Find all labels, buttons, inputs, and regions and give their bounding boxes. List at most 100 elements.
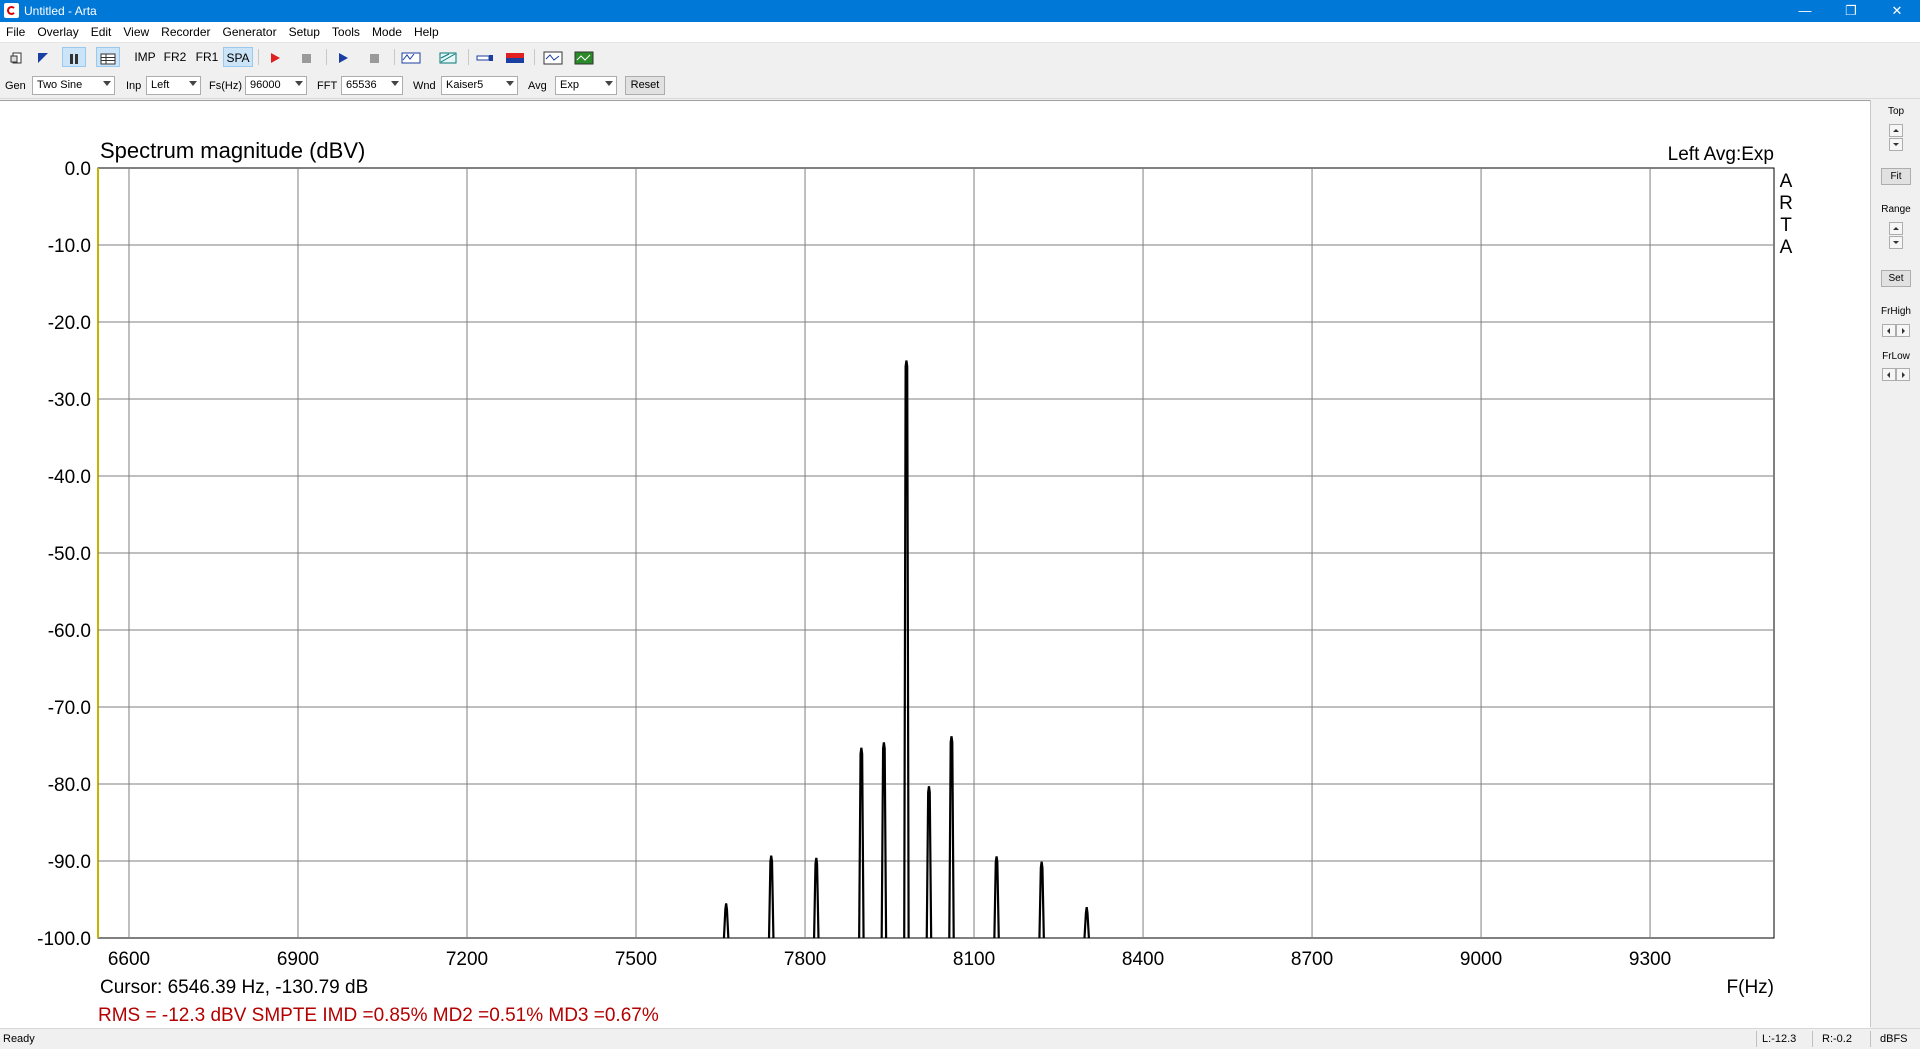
status-bar: Ready L:-12.3 R:-0.2 dBFS bbox=[0, 1028, 1920, 1049]
chevron-down-icon bbox=[189, 81, 197, 86]
spectrum-plot-area[interactable]: 0.0 -10.0 -20.0 -30.0 -40.0 -50.0 -60.0 -70.0 -8… bbox=[0, 100, 1870, 1028]
averaging-value: Exp bbox=[560, 79, 579, 91]
gen-label: Gen bbox=[5, 80, 26, 92]
signal-info-icon[interactable] bbox=[399, 47, 423, 67]
fft-label: FFT bbox=[317, 80, 338, 92]
menu-tools[interactable]: Tools bbox=[326, 22, 366, 42]
x-tick-label: 8700 bbox=[1291, 949, 1333, 970]
toolbar-divider bbox=[326, 49, 327, 65]
averaging-select[interactable]: Exp bbox=[555, 76, 617, 95]
fs-label: Fs(Hz) bbox=[209, 80, 242, 92]
status-divider bbox=[1756, 1031, 1757, 1047]
graph-setup-icon[interactable] bbox=[436, 47, 460, 67]
arta-watermark-t: T bbox=[1780, 215, 1792, 236]
wnd-label: Wnd bbox=[413, 80, 436, 92]
open-file-icon[interactable] bbox=[31, 47, 55, 67]
arta-watermark-r: R bbox=[1779, 193, 1793, 214]
frlow-right-icon[interactable] bbox=[1896, 368, 1910, 381]
fit-button[interactable]: Fit bbox=[1881, 168, 1911, 185]
frlow-label: FrLow bbox=[1882, 351, 1910, 362]
frhigh-left-icon[interactable] bbox=[1882, 324, 1896, 337]
imp-mode-button[interactable]: IMP bbox=[130, 47, 160, 67]
top-up-icon[interactable] bbox=[1889, 124, 1903, 137]
fr2-mode-button[interactable]: FR2 bbox=[160, 47, 190, 67]
top-down-icon[interactable] bbox=[1889, 138, 1903, 151]
distortion-stats: RMS = -12.3 dBV SMPTE IMD =0.85% MD2 =0.… bbox=[98, 1005, 659, 1026]
cursor-readout: Cursor: 6546.39 Hz, -130.79 dB bbox=[100, 977, 368, 998]
arta-watermark-a1: A bbox=[1780, 171, 1793, 192]
minimize-icon[interactable]: — bbox=[1782, 0, 1828, 22]
close-icon[interactable]: ✕ bbox=[1874, 0, 1920, 22]
x-tick-label: 9000 bbox=[1460, 949, 1502, 970]
toolbar-divider bbox=[394, 49, 395, 65]
x-tick-label: 9300 bbox=[1629, 949, 1671, 970]
spectrum-chart[interactable]: 0.0 -10.0 -20.0 -30.0 -40.0 -50.0 -60.0 -70.0 -8… bbox=[0, 101, 1870, 1028]
y-tick-label: -100.0 bbox=[37, 929, 91, 950]
title-bar: Untitled - Arta — ❐ ✕ bbox=[0, 0, 1920, 22]
chevron-down-icon bbox=[605, 81, 613, 86]
audio-device-icon[interactable] bbox=[473, 47, 497, 67]
spa-mode-button[interactable]: SPA bbox=[223, 47, 253, 67]
menu-view[interactable]: View bbox=[117, 22, 155, 42]
top-label: Top bbox=[1887, 106, 1905, 117]
chevron-down-icon bbox=[295, 81, 303, 86]
fft-size-select[interactable]: 65536 bbox=[341, 76, 403, 95]
sample-rate-select[interactable]: 96000 bbox=[245, 76, 307, 95]
table-view-icon[interactable] bbox=[96, 47, 120, 67]
range-up-icon[interactable] bbox=[1889, 222, 1903, 235]
menu-overlay[interactable]: Overlay bbox=[31, 22, 84, 42]
y-axis-ticks: 0.0 -10.0 -20.0 -30.0 -40.0 -50.0 -60.0 -70.0 -8… bbox=[37, 159, 91, 950]
x-tick-label: 6600 bbox=[108, 949, 150, 970]
y-tick-label: -40.0 bbox=[48, 467, 91, 488]
x-tick-label: 6900 bbox=[277, 949, 319, 970]
pause-icon[interactable] bbox=[62, 47, 86, 67]
generator-play-icon[interactable] bbox=[331, 47, 355, 67]
fr1-mode-button[interactable]: FR1 bbox=[192, 47, 222, 67]
avg-label: Avg bbox=[528, 80, 547, 92]
level-meter-icon[interactable] bbox=[572, 47, 596, 67]
y-tick-label: -10.0 bbox=[48, 236, 91, 257]
record-stop-icon[interactable] bbox=[294, 47, 318, 67]
calibration-icon[interactable] bbox=[503, 47, 527, 67]
chart-title: Spectrum magnitude (dBV) bbox=[100, 138, 365, 163]
menu-help[interactable]: Help bbox=[408, 22, 445, 42]
arta-app-icon[interactable] bbox=[4, 3, 19, 18]
window-select[interactable]: Kaiser5 bbox=[441, 76, 518, 95]
toolbar: IMP FR2 FR1 SPA bbox=[0, 43, 1920, 72]
generator-stop-icon[interactable] bbox=[362, 47, 386, 67]
frhigh-right-icon[interactable] bbox=[1896, 324, 1910, 337]
window-title: Untitled - Arta bbox=[24, 4, 97, 18]
inp-label: Inp bbox=[126, 80, 142, 92]
menu-generator[interactable]: Generator bbox=[217, 22, 283, 42]
generator-select[interactable]: Two Sine bbox=[32, 76, 115, 95]
frhigh-label: FrHigh bbox=[1880, 306, 1911, 317]
menu-bar: File Overlay Edit View Recorder Generator Setu… bbox=[0, 22, 1920, 43]
y-tick-label: -90.0 bbox=[48, 852, 91, 873]
menu-mode[interactable]: Mode bbox=[366, 22, 408, 42]
menu-edit[interactable]: Edit bbox=[85, 22, 118, 42]
x-tick-label: 8400 bbox=[1122, 949, 1164, 970]
status-text: Ready bbox=[3, 1033, 35, 1045]
chevron-down-icon bbox=[506, 81, 514, 86]
x-tick-label: 7200 bbox=[446, 949, 488, 970]
y-tick-label: -70.0 bbox=[48, 698, 91, 719]
input-channel-select[interactable]: Left bbox=[146, 76, 201, 95]
set-button[interactable]: Set bbox=[1881, 270, 1911, 287]
restore-icon[interactable]: ❐ bbox=[1828, 0, 1874, 22]
y-tick-label: -80.0 bbox=[48, 775, 91, 796]
menu-setup[interactable]: Setup bbox=[283, 22, 326, 42]
menu-file[interactable]: File bbox=[0, 22, 31, 42]
record-play-icon[interactable] bbox=[263, 47, 287, 67]
toolbar-divider bbox=[468, 49, 469, 65]
range-down-icon[interactable] bbox=[1889, 236, 1903, 249]
status-divider bbox=[1870, 1031, 1871, 1047]
reset-button[interactable]: Reset bbox=[625, 76, 665, 95]
y-tick-label: -20.0 bbox=[48, 313, 91, 334]
y-tick-label: -50.0 bbox=[48, 544, 91, 565]
frlow-left-icon[interactable] bbox=[1882, 368, 1896, 381]
window-value: Kaiser5 bbox=[446, 79, 484, 91]
scope-icon[interactable] bbox=[541, 47, 565, 67]
menu-recorder[interactable]: Recorder bbox=[155, 22, 216, 42]
x-axis-label: F(Hz) bbox=[1727, 977, 1774, 998]
new-file-icon[interactable] bbox=[5, 47, 29, 67]
